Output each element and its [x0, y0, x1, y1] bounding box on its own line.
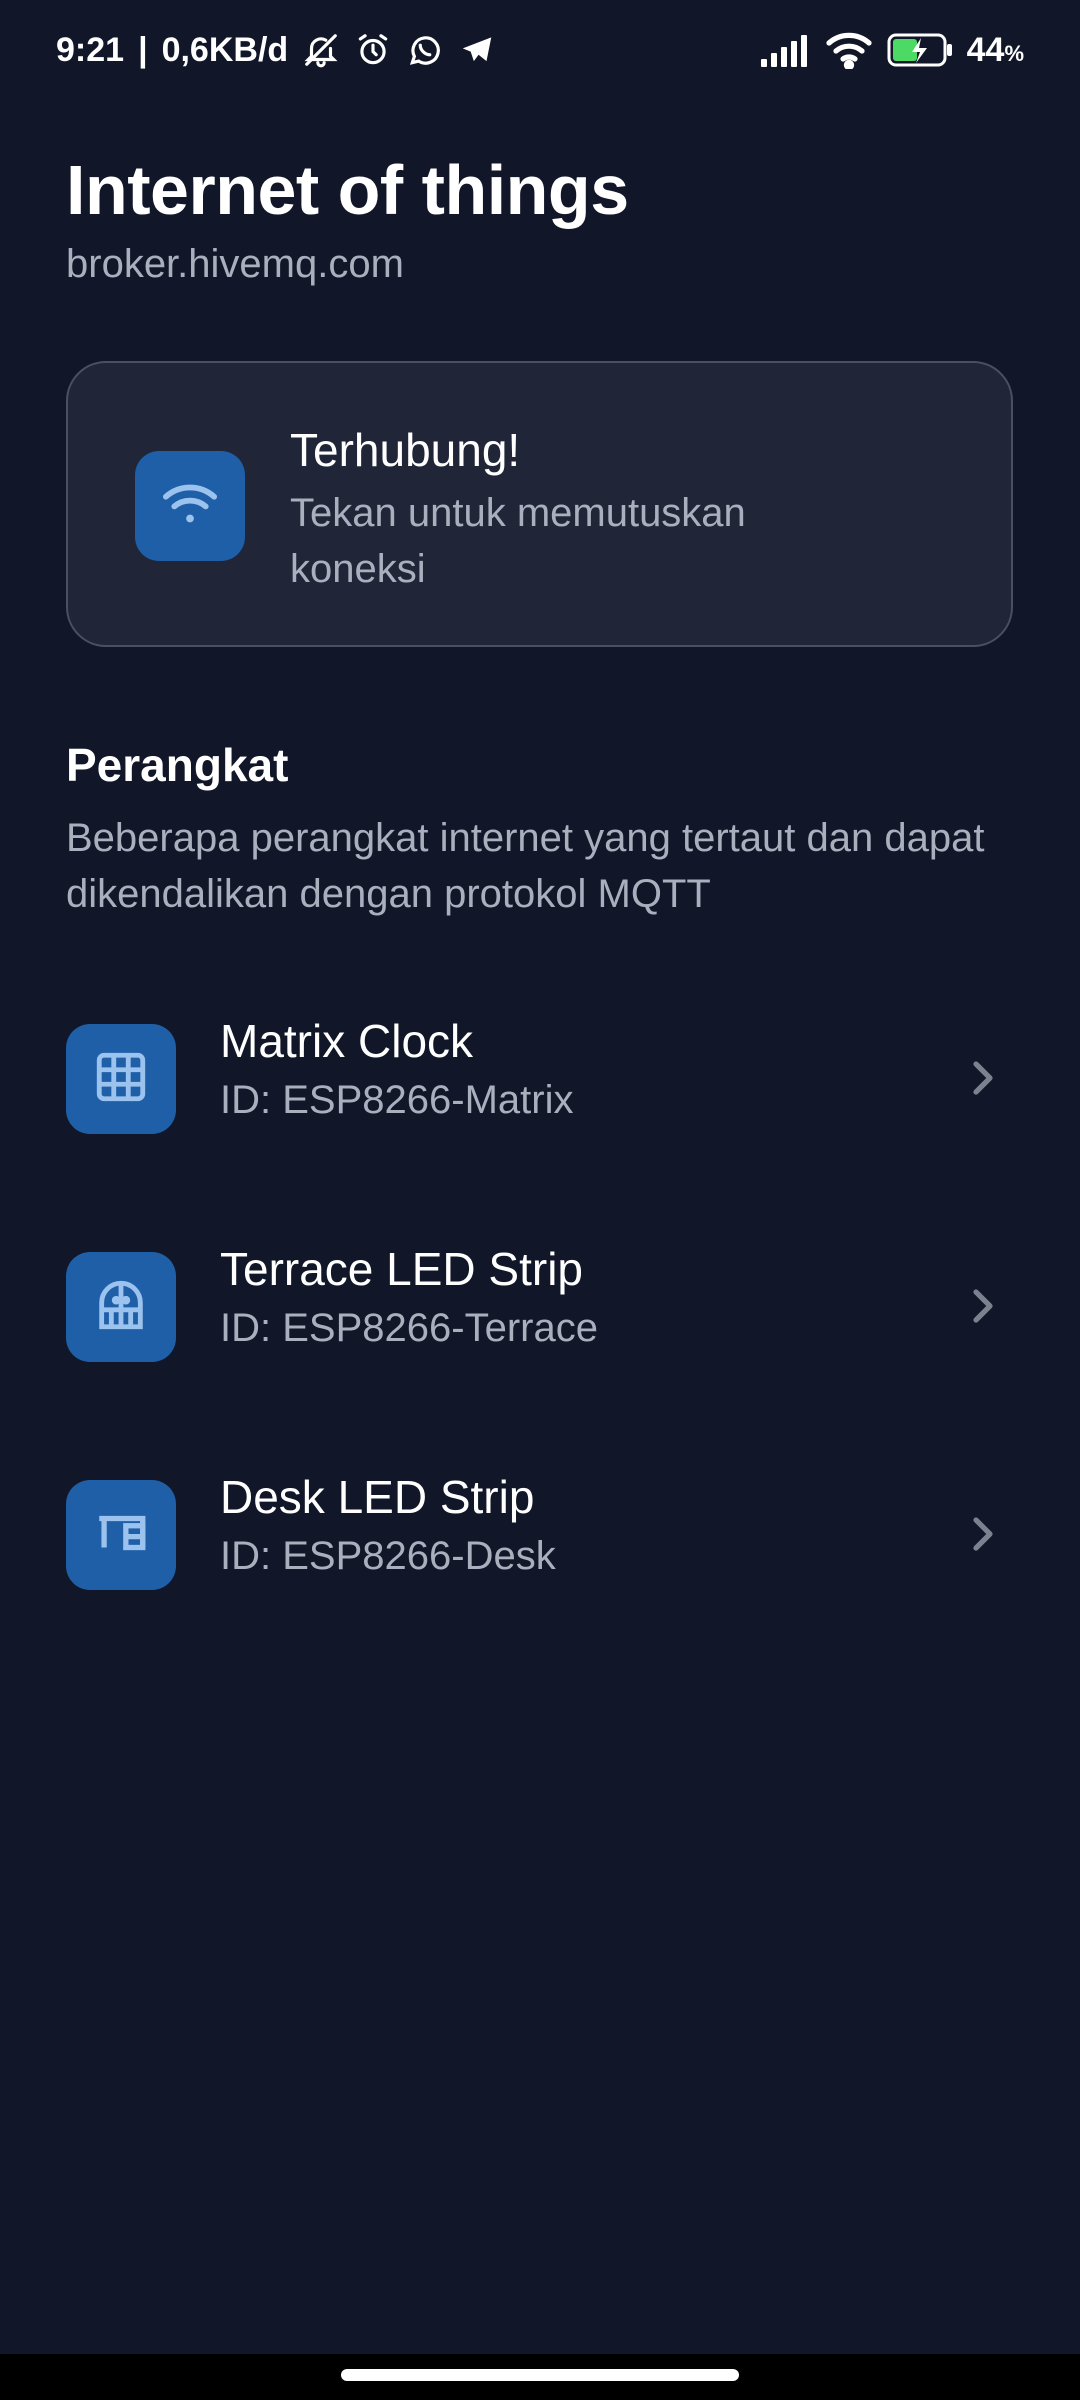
- device-name: Desk LED Strip: [220, 1471, 535, 1523]
- device-item-terrace-led-strip[interactable]: Terrace LED Strip ID: ESP8266-Terrace: [0, 1212, 1080, 1402]
- device-id: ID: ESP8266-Terrace: [220, 1306, 598, 1350]
- whatsapp-icon: [406, 31, 444, 69]
- home-indicator[interactable]: [341, 2369, 739, 2381]
- page-title: Internet of things: [66, 151, 629, 229]
- battery-charging-icon: [887, 33, 953, 67]
- battery-percent: 44%: [966, 30, 1024, 69]
- section-description: Beberapa perangkat internet yang tertaut…: [66, 816, 985, 916]
- door-icon: [92, 1276, 150, 1339]
- connection-card[interactable]: Terhubung! Tekan untuk memutuskan koneks…: [66, 361, 1013, 647]
- status-time: 9:21: [56, 30, 125, 69]
- alarm-icon: [354, 31, 392, 69]
- bell-off-icon: [302, 31, 340, 69]
- status-right: 44%: [760, 30, 1024, 70]
- chevron-right-icon: [966, 1512, 998, 1561]
- status-separator: |: [138, 30, 148, 69]
- desk-icon: [92, 1504, 150, 1567]
- grid-icon: [92, 1048, 150, 1111]
- signal-icon: [760, 33, 811, 67]
- connection-icon-tile: [135, 451, 245, 561]
- device-id: ID: ESP8266-Matrix: [220, 1078, 574, 1122]
- device-name: Terrace LED Strip: [220, 1243, 584, 1295]
- connection-hint: Tekan untuk memutuskan koneksi: [290, 491, 746, 591]
- device-icon-tile: [66, 1024, 176, 1134]
- telegram-icon: [458, 31, 496, 69]
- device-name: Matrix Clock: [220, 1015, 474, 1067]
- connection-status: Terhubung!: [290, 424, 521, 476]
- device-item-desk-led-strip[interactable]: Desk LED Strip ID: ESP8266-Desk: [0, 1440, 1080, 1630]
- chevron-right-icon: [966, 1056, 998, 1105]
- network-speed: 0,6KB/d: [161, 30, 289, 69]
- app-screen: 9:21 | 0,6KB/d 44% Internet of things br…: [0, 0, 1080, 2400]
- device-item-matrix-clock[interactable]: Matrix Clock ID: ESP8266-Matrix: [0, 984, 1080, 1174]
- device-icon-tile: [66, 1252, 176, 1362]
- wifi-icon: [161, 479, 219, 534]
- status-bar: 9:21 | 0,6KB/d 44%: [0, 0, 1080, 100]
- wifi-icon: [825, 31, 873, 69]
- device-id: ID: ESP8266-Desk: [220, 1534, 556, 1578]
- chevron-right-icon: [966, 1284, 998, 1333]
- section-title: Perangkat: [66, 739, 289, 791]
- broker-address: broker.hivemq.com: [66, 242, 404, 286]
- device-icon-tile: [66, 1480, 176, 1590]
- status-left: 9:21 | 0,6KB/d: [56, 31, 496, 70]
